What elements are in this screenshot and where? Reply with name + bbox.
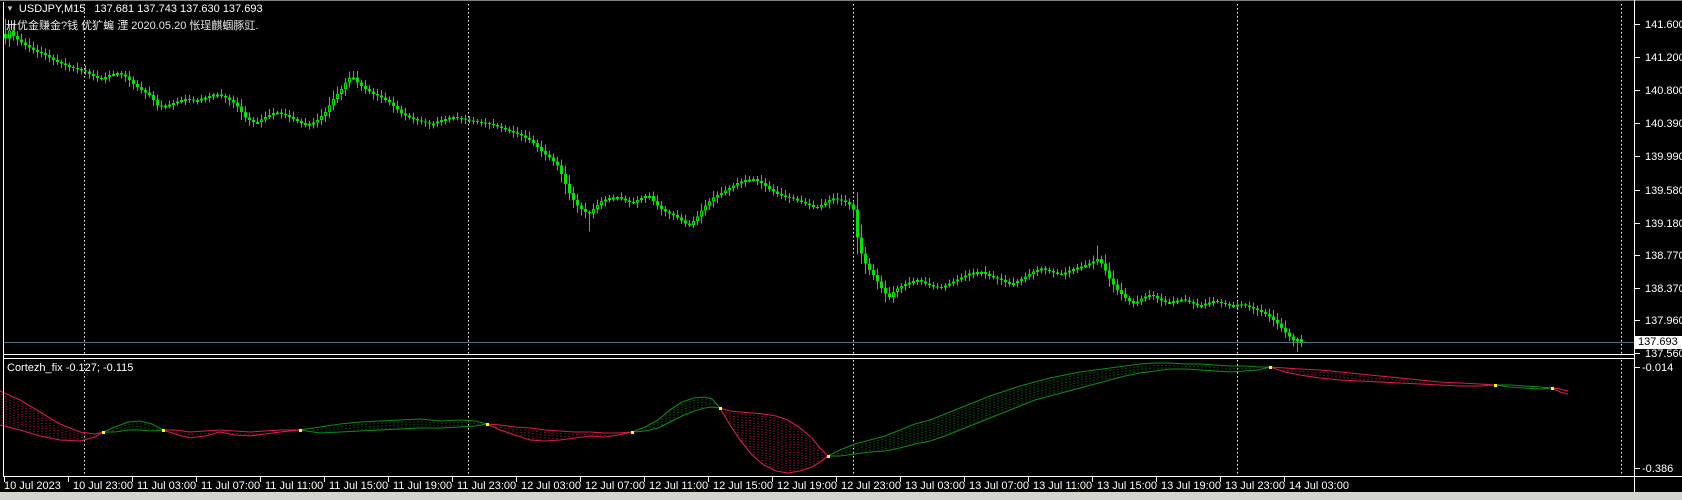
svg-text:13 Jul 11:00: 13 Jul 11:00	[1033, 480, 1092, 492]
indicator-name: Cortezh_fix	[7, 362, 63, 374]
svg-text:138.370: 138.370	[1645, 283, 1682, 295]
svg-text:141.600: 141.600	[1645, 19, 1682, 31]
svg-text:13 Jul 19:00: 13 Jul 19:00	[1161, 480, 1221, 492]
svg-text:12 Jul 07:00: 12 Jul 07:00	[585, 480, 645, 492]
mt4-chart-window: 141.600 141.200 140.800 140.390 139.990 139.5…	[0, 0, 1682, 500]
svg-text:11 Jul 15:00: 11 Jul 15:00	[329, 480, 388, 492]
svg-text:11 Jul 11:00: 11 Jul 11:00	[265, 480, 323, 492]
svg-text:139.990: 139.990	[1645, 151, 1682, 163]
svg-text:11 Jul 03:00: 11 Jul 03:00	[137, 480, 196, 492]
indicator-header: Cortezh_fix -0.127; -0.115	[7, 362, 133, 374]
svg-text:13 Jul 15:00: 13 Jul 15:00	[1097, 480, 1157, 492]
window-borders	[0, 0, 1682, 500]
indicator-current-values: -0.127; -0.115	[65, 362, 134, 374]
svg-text:137.960: 137.960	[1645, 315, 1682, 327]
svg-text:11 Jul 23:00: 11 Jul 23:00	[457, 480, 516, 492]
svg-text:12 Jul 11:00: 12 Jul 11:00	[649, 480, 708, 492]
svg-text:12 Jul 15:00: 12 Jul 15:00	[713, 480, 773, 492]
svg-text:-0.014: -0.014	[1642, 362, 1673, 374]
svg-text:138.770: 138.770	[1645, 250, 1682, 262]
svg-text:13 Jul 23:00: 13 Jul 23:00	[1225, 480, 1285, 492]
svg-text:14 Jul 03:00: 14 Jul 03:00	[1289, 480, 1349, 492]
svg-text:-0.386: -0.386	[1642, 463, 1673, 475]
symbol-timeframe-label: USDJPY,M15	[18, 3, 86, 15]
svg-text:141.200: 141.200	[1645, 52, 1682, 64]
svg-text:12 Jul 23:00: 12 Jul 23:00	[841, 480, 901, 492]
current-price-tag: 137.693	[1635, 336, 1682, 349]
chart-canvas[interactable]: 141.600 141.200 140.800 140.390 139.990 139.5…	[0, 0, 1682, 500]
svg-text:10 Jul 2023: 10 Jul 2023	[4, 480, 61, 492]
svg-text:12 Jul 03:00: 12 Jul 03:00	[521, 480, 581, 492]
svg-text:13 Jul 03:00: 13 Jul 03:00	[905, 480, 965, 492]
svg-text:11 Jul 07:00: 11 Jul 07:00	[201, 480, 260, 492]
svg-text:139.580: 139.580	[1645, 185, 1682, 197]
svg-text:137.560: 137.560	[1645, 348, 1682, 360]
price-axis[interactable]: 141.600 141.200 140.800 140.390 139.990 139.5…	[1634, 19, 1682, 475]
svg-text:10 Jul 23:00: 10 Jul 23:00	[73, 480, 133, 492]
ohlc-values: 137.681 137.743 137.630 137.693	[94, 3, 263, 15]
svg-text:140.800: 140.800	[1645, 85, 1682, 97]
svg-text:13 Jul 07:00: 13 Jul 07:00	[969, 480, 1029, 492]
svg-text:140.390: 140.390	[1645, 118, 1682, 130]
svg-text:11 Jul 19:00: 11 Jul 19:00	[393, 480, 452, 492]
symbol-dropdown-arrow-icon[interactable]: ▼	[6, 4, 14, 13]
cortezh-ribbon	[0, 362, 1569, 474]
chart-header: ▼ USDJPY,M15 137.681 137.743 137.630 137.6…	[6, 3, 263, 15]
svg-text:12 Jul 19:00: 12 Jul 19:00	[777, 480, 837, 492]
period-separator-grid	[84, 4, 1622, 476]
chart-comment-text: 卅优金赚金?钱 优犷蝙 湮 2020.05.20 怅珵麒蝈豚豇.	[6, 20, 259, 32]
time-axis[interactable]: 10 Jul 2023 10 Jul 23:00 11 Jul 03:00 11 Ju…	[4, 477, 1349, 492]
svg-text:139.180: 139.180	[1645, 218, 1682, 230]
candles-layer	[4, 19, 1303, 352]
